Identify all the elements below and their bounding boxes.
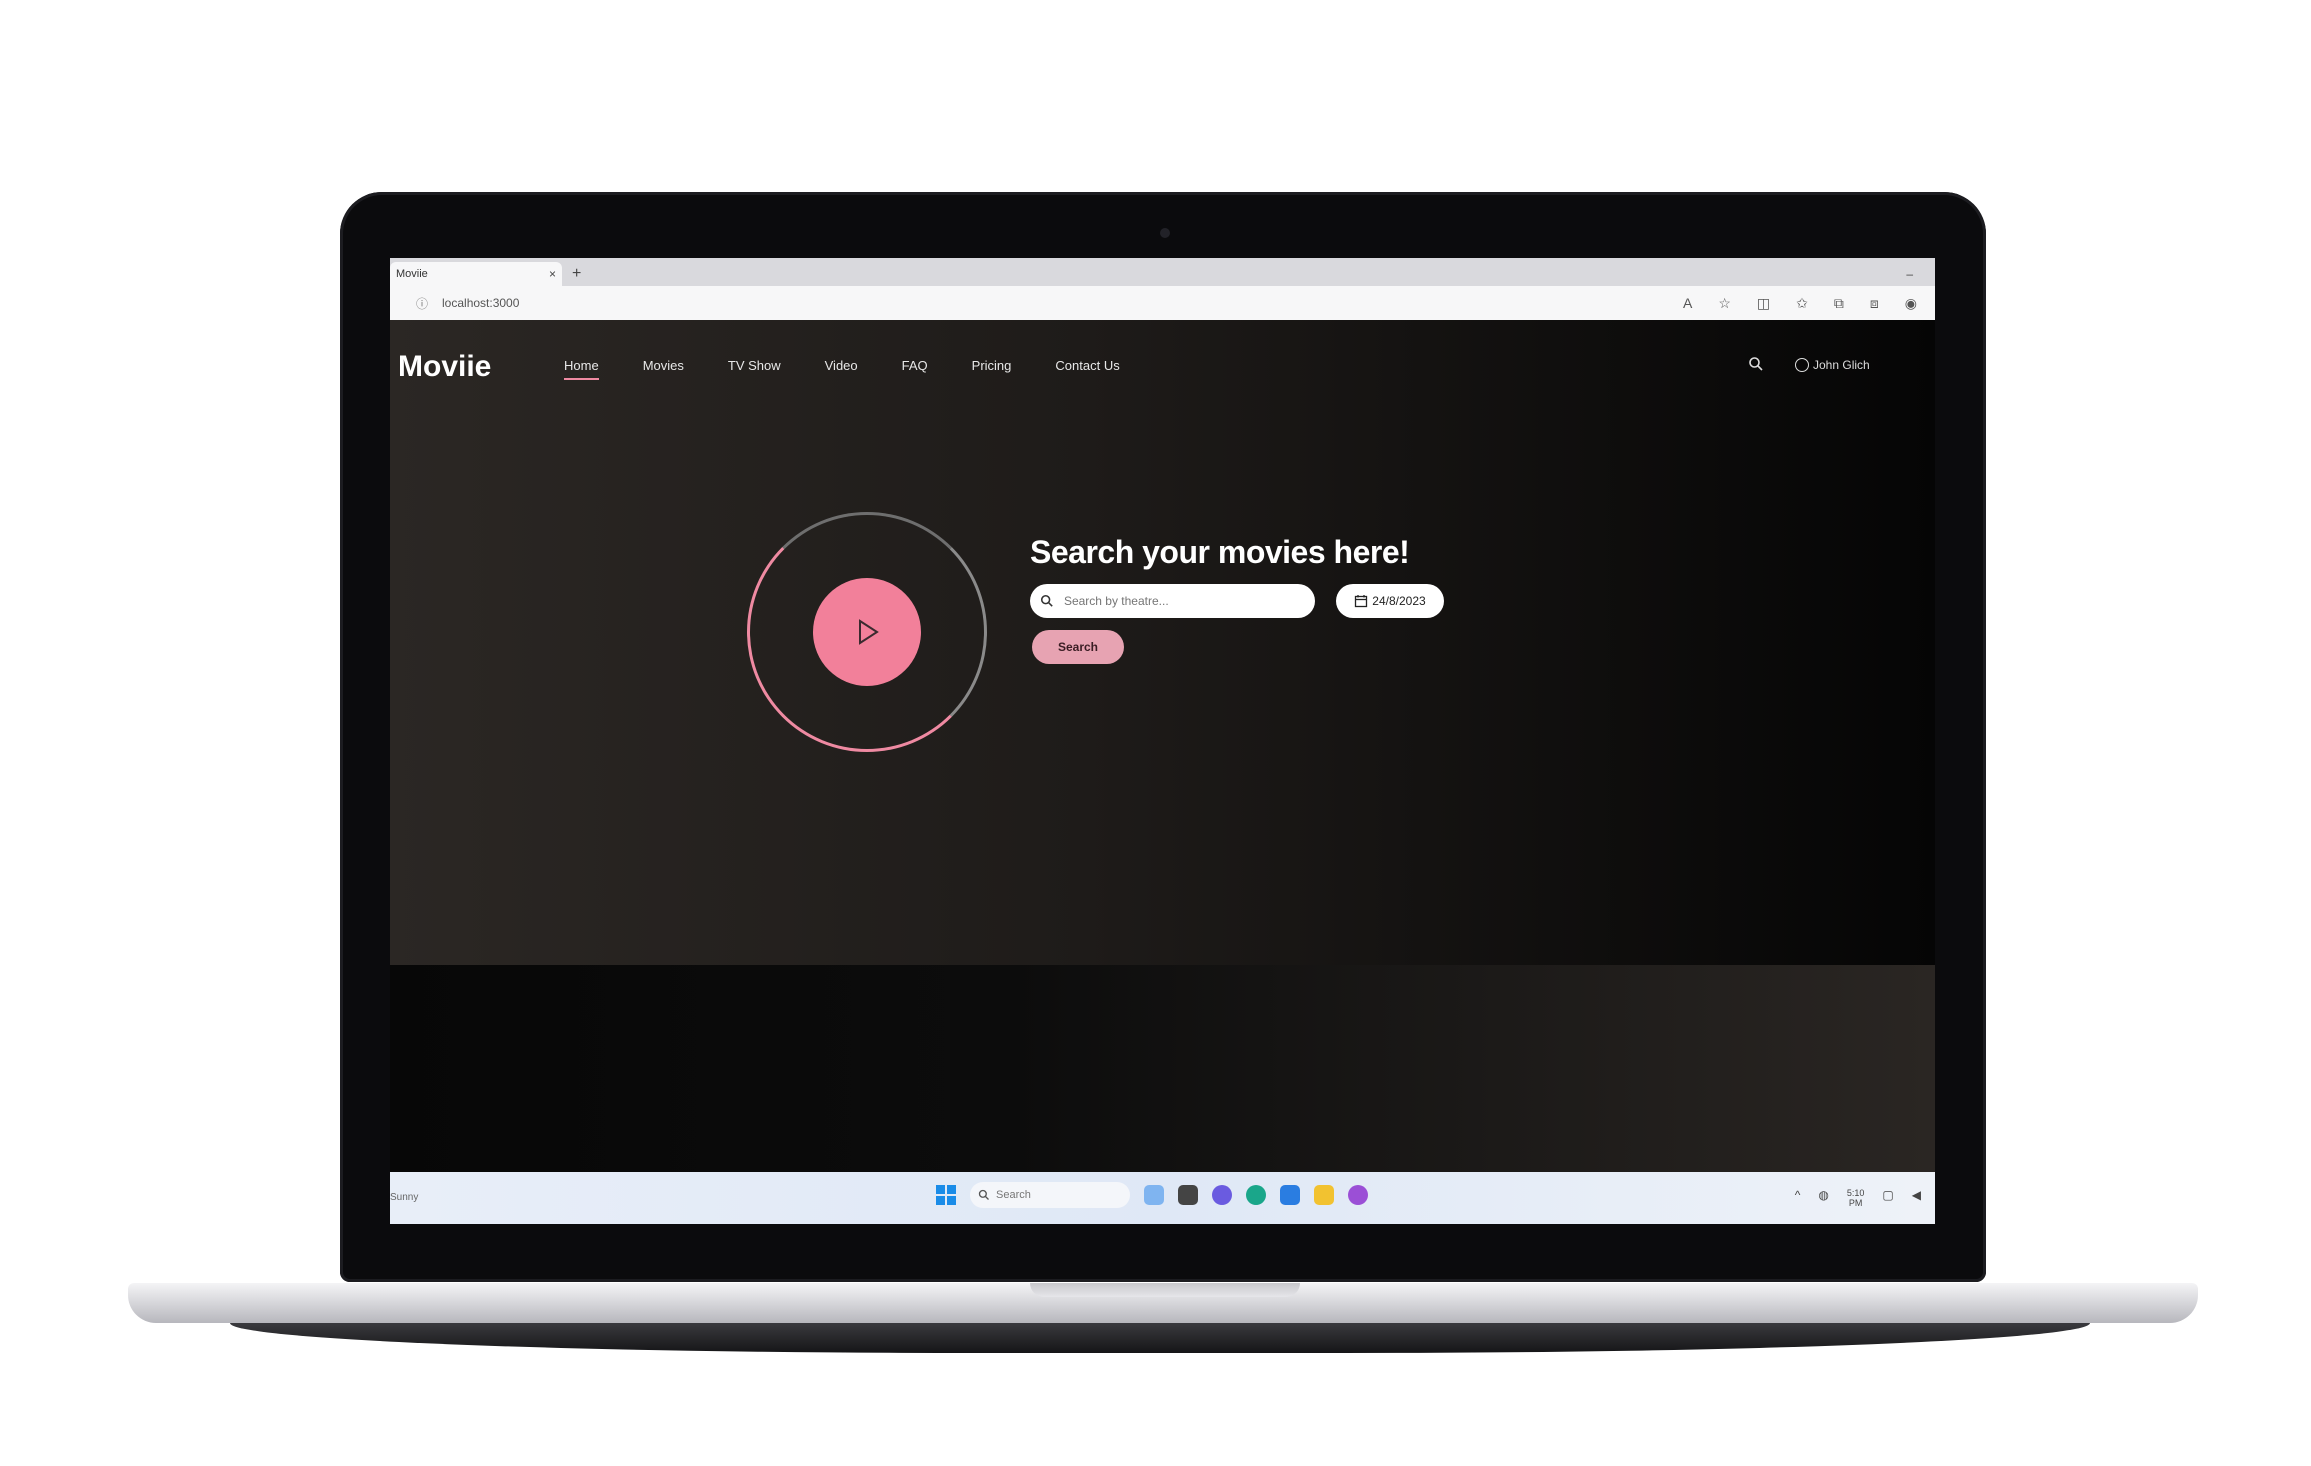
clock-date: PM (1848, 1198, 1863, 1208)
address-bar: ⓘ localhost:3000 A ☆ ◫ ✩ ⧉ ⧈ ◉ (390, 286, 1935, 321)
favorites-icon[interactable]: ✩ (1796, 295, 1808, 312)
tab-title: Moviie (396, 268, 428, 280)
laptop-base-shadow (230, 1323, 2090, 1353)
edge-browser-icon[interactable] (1246, 1185, 1266, 1205)
favorite-star-icon[interactable]: ☆ (1718, 295, 1731, 312)
date-picker[interactable]: 24/8/2023 (1336, 584, 1444, 618)
system-tray: ^ ◍ 5:10 PM ▢ ◀ (1795, 1188, 1921, 1208)
profile-icon[interactable]: ◉ (1905, 295, 1917, 312)
browser-toolbar-icons: A ☆ ◫ ✩ ⧉ ⧈ ◉ (1683, 295, 1917, 312)
network-icon[interactable]: ◍ (1818, 1188, 1828, 1208)
copilot-icon[interactable] (1144, 1185, 1164, 1205)
theatre-search-field[interactable] (1030, 584, 1315, 618)
close-icon[interactable]: × (549, 267, 556, 281)
theatre-search-input[interactable] (1061, 593, 1305, 609)
new-tab-icon[interactable]: + (572, 262, 581, 286)
clock[interactable]: 5:10 PM (1847, 1188, 1865, 1208)
calendar-icon (1355, 595, 1368, 608)
nav-item-home[interactable]: Home (564, 358, 599, 380)
nav-item-pricing[interactable]: Pricing (972, 358, 1012, 373)
search-icon (1040, 594, 1053, 607)
nav-item-tv-show[interactable]: TV Show (728, 358, 781, 373)
app-icon[interactable] (1348, 1185, 1368, 1205)
collections-icon[interactable]: ⧉ (1834, 295, 1844, 312)
split-screen-icon[interactable]: ◫ (1757, 295, 1770, 312)
taskbar: Sunny Search ^ ◍ 5:10 PM ▢ ◀ (390, 1172, 1935, 1224)
nav-item-movies[interactable]: Movies (643, 358, 684, 373)
nav-item-video[interactable]: Video (825, 358, 858, 373)
camera-icon (1160, 228, 1170, 238)
taskbar-search[interactable]: Search (970, 1182, 1130, 1208)
user-name: John Glich (1813, 358, 1870, 372)
date-value: 24/8/2023 (1372, 594, 1426, 608)
laptop-screen: Moviie × + – ⓘ localhost:3000 A ☆ ◫ ✩ ⧉ … (390, 258, 1935, 1224)
browser-tab[interactable]: Moviie × (390, 262, 562, 286)
url-field[interactable]: localhost:3000 (442, 296, 519, 310)
read-aloud-icon[interactable]: A (1683, 295, 1692, 312)
user-account-link[interactable]: John Glich (1795, 358, 1870, 372)
clock-time: 5:10 (1846, 1188, 1865, 1198)
search-icon (978, 1189, 989, 1200)
main-nav: Home Movies TV Show Video FAQ Pricing Co… (564, 358, 1120, 380)
chevron-up-icon[interactable]: ^ (1795, 1188, 1801, 1208)
play-icon (859, 619, 879, 645)
chat-icon[interactable] (1212, 1185, 1232, 1205)
weather-widget[interactable]: Sunny (390, 1192, 418, 1203)
minimize-icon[interactable]: – (1906, 262, 1913, 286)
task-view-icon[interactable] (1178, 1185, 1198, 1205)
laptop-notch (1030, 1283, 1300, 1297)
browser-tab-bar: Moviie × + – (390, 258, 1935, 286)
notification-icon[interactable]: ▢ (1882, 1188, 1893, 1208)
search-icon[interactable] (1748, 356, 1764, 377)
site-logo[interactable]: Moviie (398, 350, 491, 384)
play-button[interactable] (813, 578, 921, 686)
website-hero: Moviie Home Movies TV Show Video FAQ Pri… (390, 320, 1935, 965)
info-icon[interactable]: ⓘ (416, 295, 428, 312)
taskbar-search-placeholder: Search (996, 1189, 1031, 1201)
taskbar-apps: Search (936, 1182, 1368, 1208)
vscode-icon[interactable] (1280, 1185, 1300, 1205)
hero-title: Search your movies here! (1030, 534, 1410, 570)
nav-item-contact-us[interactable]: Contact Us (1055, 358, 1119, 373)
user-icon (1795, 358, 1809, 372)
file-explorer-icon[interactable] (1314, 1185, 1334, 1205)
windows-start-icon[interactable] (936, 1185, 956, 1205)
extensions-icon[interactable]: ⧈ (1870, 295, 1879, 312)
volume-icon[interactable]: ◀ (1912, 1188, 1921, 1208)
search-button[interactable]: Search (1032, 630, 1124, 664)
lower-section (390, 965, 1935, 1172)
nav-item-faq[interactable]: FAQ (902, 358, 928, 373)
